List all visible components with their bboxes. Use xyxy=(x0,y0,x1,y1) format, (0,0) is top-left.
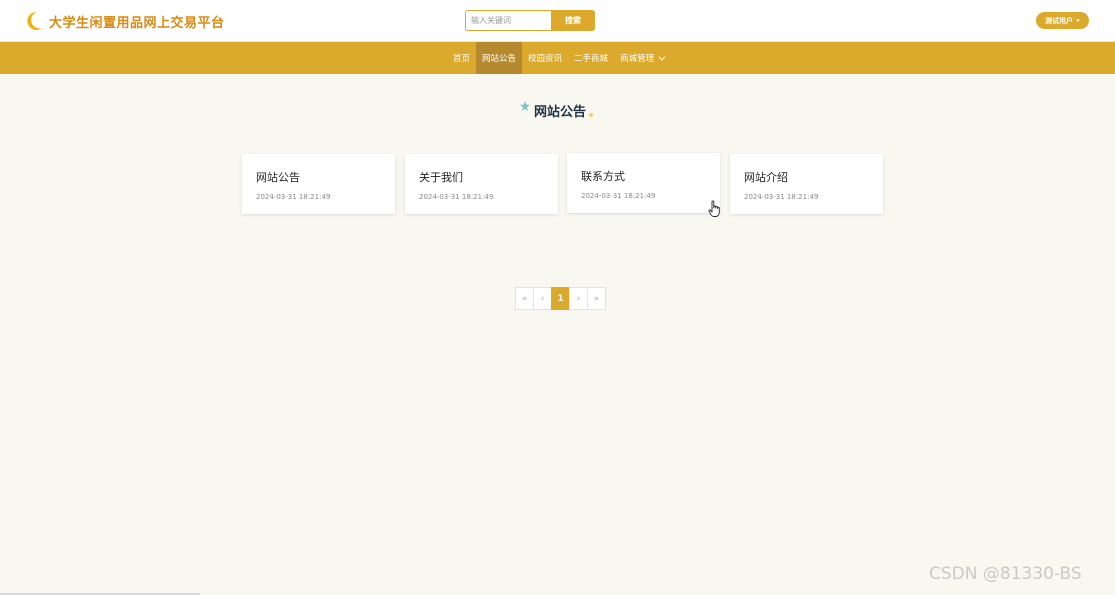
chevron-down-icon xyxy=(658,53,666,61)
caret-down-icon xyxy=(1076,19,1080,22)
nav-item-home[interactable]: 首页 xyxy=(447,42,476,74)
notice-card-date: 2024-03-31 18:21:49 xyxy=(744,193,819,201)
nav-item-mall-management[interactable]: 商城管理 xyxy=(614,42,669,74)
dot-icon xyxy=(589,113,594,117)
search-button[interactable]: 搜索 xyxy=(551,10,595,31)
notice-card-date: 2024-03-31 18:21:49 xyxy=(419,193,494,201)
nav-item-label: 商城管理 xyxy=(620,54,655,64)
next-page-button[interactable]: › xyxy=(569,287,588,310)
notice-card[interactable]: 网站公告 2024-03-31 18:21:49 xyxy=(242,154,395,214)
user-menu-label: 测试用户 xyxy=(1045,16,1073,25)
moon-icon xyxy=(27,11,42,30)
nav-item-notices[interactable]: 网站公告 xyxy=(476,42,523,74)
site-title: 大学生闲置用品网上交易平台 xyxy=(49,15,225,31)
notice-card[interactable]: 联系方式 2024-03-31 18:21:49 xyxy=(567,153,720,213)
notice-card-title: 联系方式 xyxy=(581,170,625,183)
nav-item-label: 网站公告 xyxy=(482,54,517,64)
last-page-button[interactable]: » xyxy=(587,287,606,310)
search-input[interactable] xyxy=(465,10,551,31)
nav-item-campus-news[interactable]: 校园资讯 xyxy=(522,42,568,74)
current-page-button[interactable]: 1 xyxy=(551,287,570,310)
nav-item-label: 校园资讯 xyxy=(528,54,563,64)
notice-card-title: 网站介绍 xyxy=(744,171,788,184)
site-logo[interactable]: 大学生闲置用品网上交易平台 xyxy=(27,10,225,32)
star-icon xyxy=(520,101,530,111)
pagination: « ‹ 1 › » xyxy=(515,287,606,310)
notice-card[interactable]: 关于我们 2024-03-31 18:21:49 xyxy=(405,154,558,214)
notice-card-title: 关于我们 xyxy=(419,171,463,184)
notice-card[interactable]: 网站介绍 2024-03-31 18:21:49 xyxy=(730,154,883,214)
prev-page-button[interactable]: ‹ xyxy=(533,287,552,310)
nav-item-label: 二手商城 xyxy=(574,54,609,64)
notice-card-date: 2024-03-31 18:21:49 xyxy=(581,192,656,200)
user-menu-button[interactable]: 测试用户 xyxy=(1036,12,1089,29)
main-nav: 首页 网站公告 校园资讯 二手商城 商城管理 xyxy=(0,42,1115,74)
page-title: 网站公告 xyxy=(534,104,587,120)
search-bar: 搜索 xyxy=(465,10,595,31)
hand-pointer-icon xyxy=(708,200,720,217)
watermark: CSDN @81330-BS xyxy=(929,564,1082,584)
section-heading: 网站公告 xyxy=(520,98,594,122)
notice-card-title: 网站公告 xyxy=(256,171,300,184)
top-header: 大学生闲置用品网上交易平台 搜索 测试用户 xyxy=(0,0,1115,42)
notice-card-date: 2024-03-31 18:21:49 xyxy=(256,193,331,201)
nav-item-second-hand-mall[interactable]: 二手商城 xyxy=(568,42,614,74)
nav-item-label: 首页 xyxy=(453,54,471,64)
first-page-button[interactable]: « xyxy=(515,287,534,310)
